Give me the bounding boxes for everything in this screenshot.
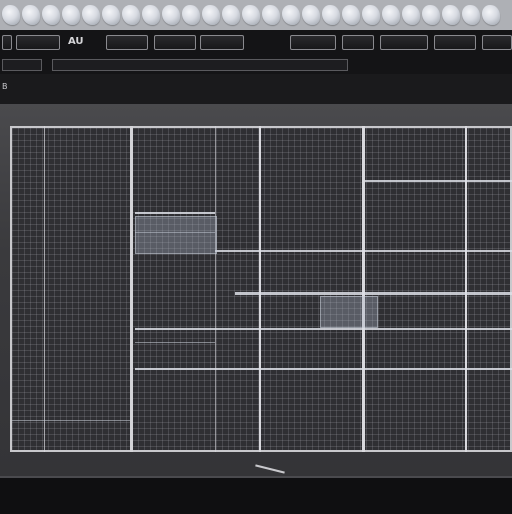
streak xyxy=(255,464,285,474)
pebble-decoration xyxy=(82,5,100,25)
pebble-decoration xyxy=(102,5,120,25)
pebble-decoration xyxy=(402,5,420,25)
grid-divider xyxy=(215,126,216,452)
toolbar: AU xyxy=(0,30,512,59)
selection-block[interactable] xyxy=(320,296,378,328)
grid-rule xyxy=(135,368,512,370)
toolbar-label: AU xyxy=(68,36,84,47)
grid-divider xyxy=(465,126,467,452)
grid-rule xyxy=(235,292,512,295)
pebble-decoration xyxy=(182,5,200,25)
secondary-bar xyxy=(0,58,512,74)
pebble-decoration xyxy=(142,5,160,25)
toolbar-button-5[interactable] xyxy=(200,35,244,50)
decorative-header-strip xyxy=(0,0,512,30)
toolbar-button-4[interactable] xyxy=(154,35,196,50)
pebble-decoration xyxy=(222,5,240,25)
grid-divider xyxy=(44,126,45,452)
pebble-decoration xyxy=(202,5,220,25)
secondary-label xyxy=(2,59,42,71)
pebble-decoration xyxy=(342,5,360,25)
toolbar-button-7[interactable] xyxy=(342,35,374,50)
selection-block[interactable] xyxy=(135,216,217,254)
left-grid-panel[interactable] xyxy=(10,126,133,452)
status-bar xyxy=(0,476,512,514)
pebble-decoration xyxy=(422,5,440,25)
pebble-decoration xyxy=(382,5,400,25)
pebble-decoration xyxy=(282,5,300,25)
pebble-decoration xyxy=(482,5,500,25)
pebble-decoration xyxy=(42,5,60,25)
grid-rule xyxy=(12,420,130,421)
pebble-decoration xyxy=(362,5,380,25)
pebble-decoration xyxy=(162,5,180,25)
toolbar-button-1[interactable] xyxy=(2,35,12,50)
toolbar-button-9[interactable] xyxy=(434,35,476,50)
pebble-decoration xyxy=(122,5,140,25)
pebble-decoration xyxy=(262,5,280,25)
pebble-decoration xyxy=(22,5,40,25)
toolbar-button-6[interactable] xyxy=(290,35,336,50)
pebble-decoration xyxy=(442,5,460,25)
grid-divider xyxy=(259,126,261,452)
toolbar-button-2[interactable] xyxy=(16,35,60,50)
header-label-left: B xyxy=(2,82,8,91)
pebble-decoration xyxy=(2,5,20,25)
grid-rule xyxy=(135,328,512,330)
header-row: B xyxy=(0,74,512,104)
grid-rule xyxy=(135,342,215,343)
grid-divider xyxy=(362,126,365,452)
grid-rule xyxy=(135,212,215,214)
pebble-decoration xyxy=(242,5,260,25)
grid-rule xyxy=(215,250,512,252)
path-field[interactable] xyxy=(52,59,348,71)
toolbar-button-3[interactable] xyxy=(106,35,148,50)
pebble-decoration xyxy=(302,5,320,25)
pebble-decoration xyxy=(322,5,340,25)
canvas-area[interactable] xyxy=(0,104,512,476)
pebble-decoration xyxy=(62,5,80,25)
grid-rule xyxy=(365,180,512,182)
pebble-decoration xyxy=(462,5,480,25)
toolbar-button-10[interactable] xyxy=(482,35,512,50)
toolbar-button-8[interactable] xyxy=(380,35,428,50)
